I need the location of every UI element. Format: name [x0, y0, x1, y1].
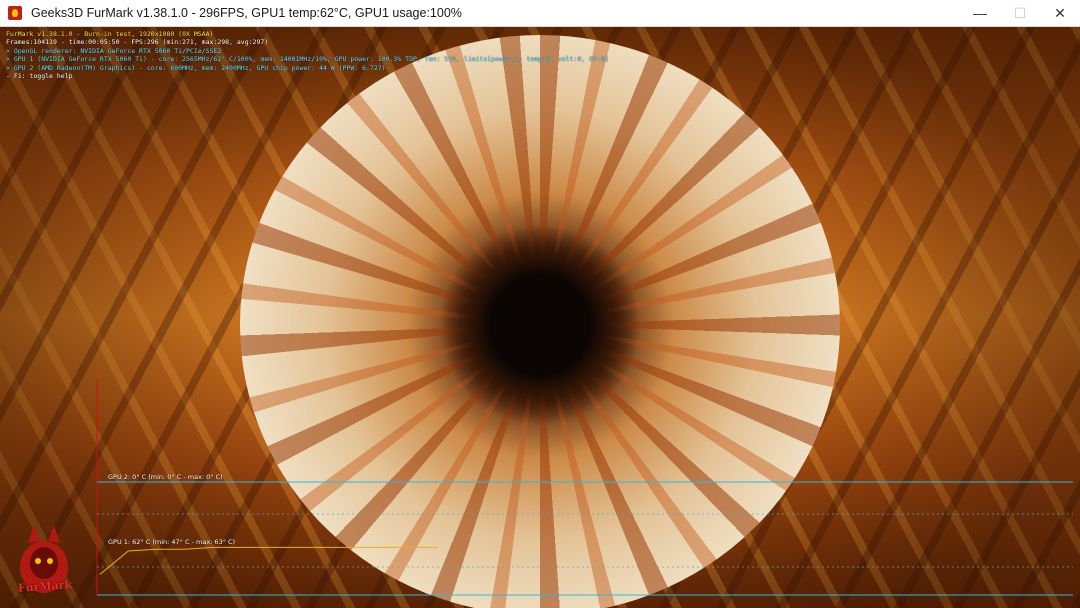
- close-button[interactable]: ✕: [1040, 0, 1080, 26]
- temperature-graphs: [96, 379, 1073, 596]
- gpu2-graph-label: GPU 2: 0° C (min: 0° C - max: 0° C): [108, 473, 223, 481]
- minimize-button[interactable]: —: [960, 0, 1000, 26]
- gpu1-graph-label: GPU 1: 62° C (min: 47° C - max: 63° C): [108, 538, 236, 546]
- window-controls: — ☐ ✕: [960, 0, 1080, 26]
- furmark-app-icon: [8, 6, 22, 20]
- gpu1-temp-line: [99, 546, 438, 575]
- render-viewport[interactable]: FurMark v1.38.1.0 - Burn-in test, 1920x1…: [0, 27, 1080, 608]
- window-title: Geeks3D FurMark v1.38.1.0 - 296FPS, GPU1…: [31, 6, 462, 20]
- maximize-button[interactable]: ☐: [1000, 0, 1040, 26]
- title-bar: Geeks3D FurMark v1.38.1.0 - 296FPS, GPU1…: [0, 0, 1080, 27]
